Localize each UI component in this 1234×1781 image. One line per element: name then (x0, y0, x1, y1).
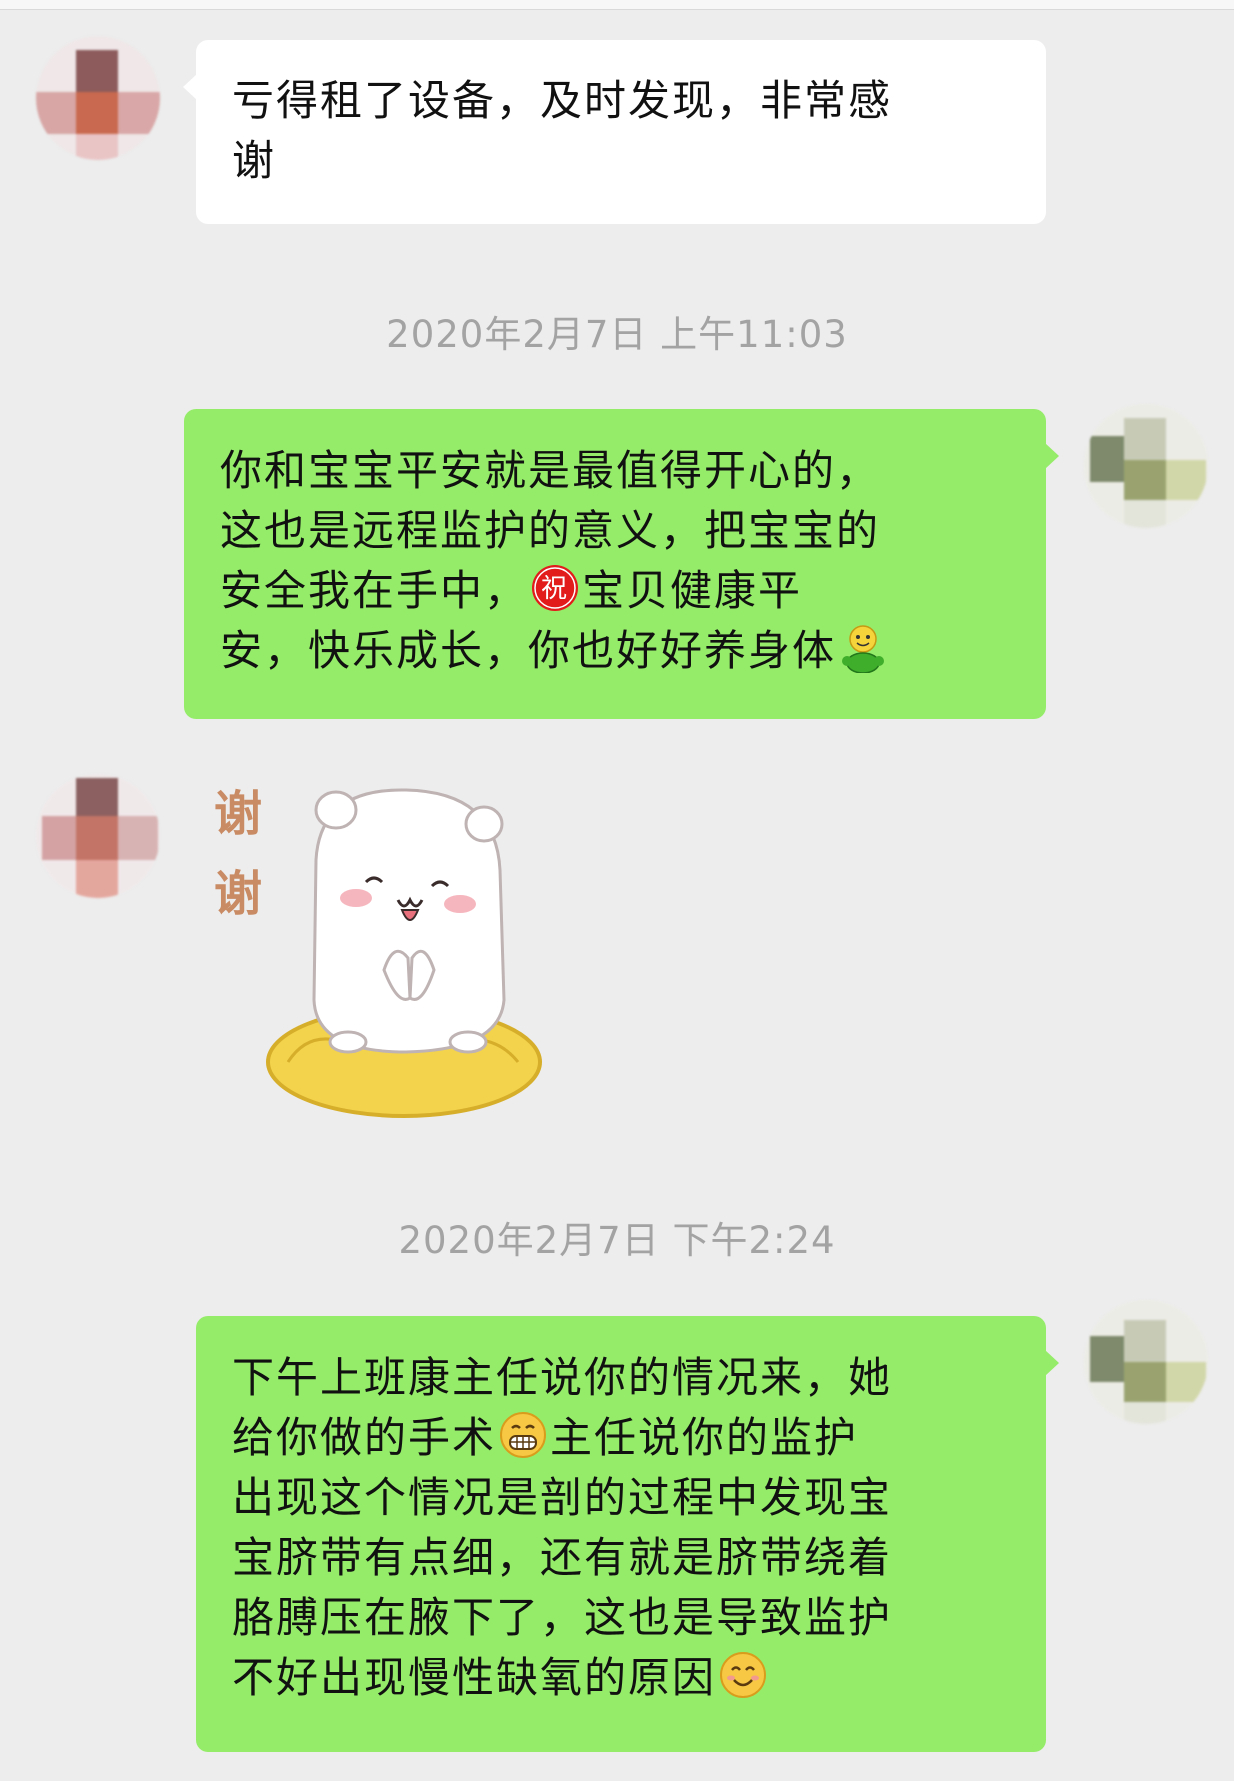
message-text-line: 安全我在手中， 祝宝贝健康平 (220, 561, 1010, 621)
message-text-line: 胳膊压在腋下了，这也是导致监护 (232, 1593, 893, 1642)
timestamp: 2020年2月7日 上午11:03 (386, 313, 848, 356)
message-text-line: 出现这个情况是剖的过程中发现宝 (232, 1473, 893, 1522)
message-text-segment: 安，快乐成长，你也好好养身体 (220, 626, 837, 675)
sticker-text: 谢 (214, 786, 262, 842)
message-text-line: 下午上班康主任说你的情况来，她 (232, 1353, 893, 1402)
message-text-segment: 给你做的手术 (232, 1413, 497, 1462)
message-bubble-outgoing[interactable]: 你和宝宝平安就是最值得开心的， 这也是远程监护的意义，把宝宝的 安全我在手中， 祝… (184, 409, 1059, 719)
message-text-line: 给你做的手术 主任说你的监护 (232, 1408, 1010, 1468)
message-text-line: 谢 (232, 136, 277, 185)
message-text-line: 这也是远程监护的意义，把宝宝的 (220, 506, 881, 555)
my-avatar[interactable] (1084, 1300, 1208, 1424)
grin-emoji-icon (500, 1412, 547, 1458)
message-text-line: 亏得租了设备，及时发现，非常感 (232, 76, 893, 125)
message-text-segment: 不好出现慢性缺氧的原因 (232, 1653, 717, 1702)
message-text-line: 宝脐带有点细，还有就是脐带绕着 (232, 1533, 893, 1582)
message-text-segment: 宝贝健康平 (582, 566, 803, 615)
message-text-line: 安，快乐成长，你也好好养身体 (220, 621, 1010, 681)
person-emoji-icon (842, 625, 885, 673)
smile-emoji-icon (720, 1652, 767, 1698)
timestamp: 2020年2月7日 下午2:24 (398, 1219, 836, 1262)
blessing-emoji-text: 祝 (541, 574, 569, 604)
contact-avatar[interactable] (36, 36, 160, 160)
bear-thanks-sticker[interactable]: 谢 谢 (196, 770, 552, 1128)
message-text-line: 不好出现慢性缺氧的原因 (232, 1648, 1010, 1708)
message-text-segment: 主任说你的监护 (550, 1413, 859, 1462)
message-text-segment: 安全我在手中， (220, 566, 529, 615)
contact-avatar[interactable] (36, 774, 160, 898)
message-bubble-outgoing[interactable]: 下午上班康主任说你的情况来，她 给你做的手术 主任说你的监护 出现这个情况是剖的过… (196, 1316, 1059, 1752)
top-divider (0, 0, 1234, 10)
my-avatar[interactable] (1084, 404, 1208, 528)
sticker-text: 谢 (214, 866, 262, 922)
message-bubble-incoming[interactable]: 亏得租了设备，及时发现，非常感 谢 (183, 40, 1046, 224)
message-text-line: 你和宝宝平安就是最值得开心的， (220, 446, 881, 495)
blessing-emoji-icon: 祝 (532, 565, 579, 611)
